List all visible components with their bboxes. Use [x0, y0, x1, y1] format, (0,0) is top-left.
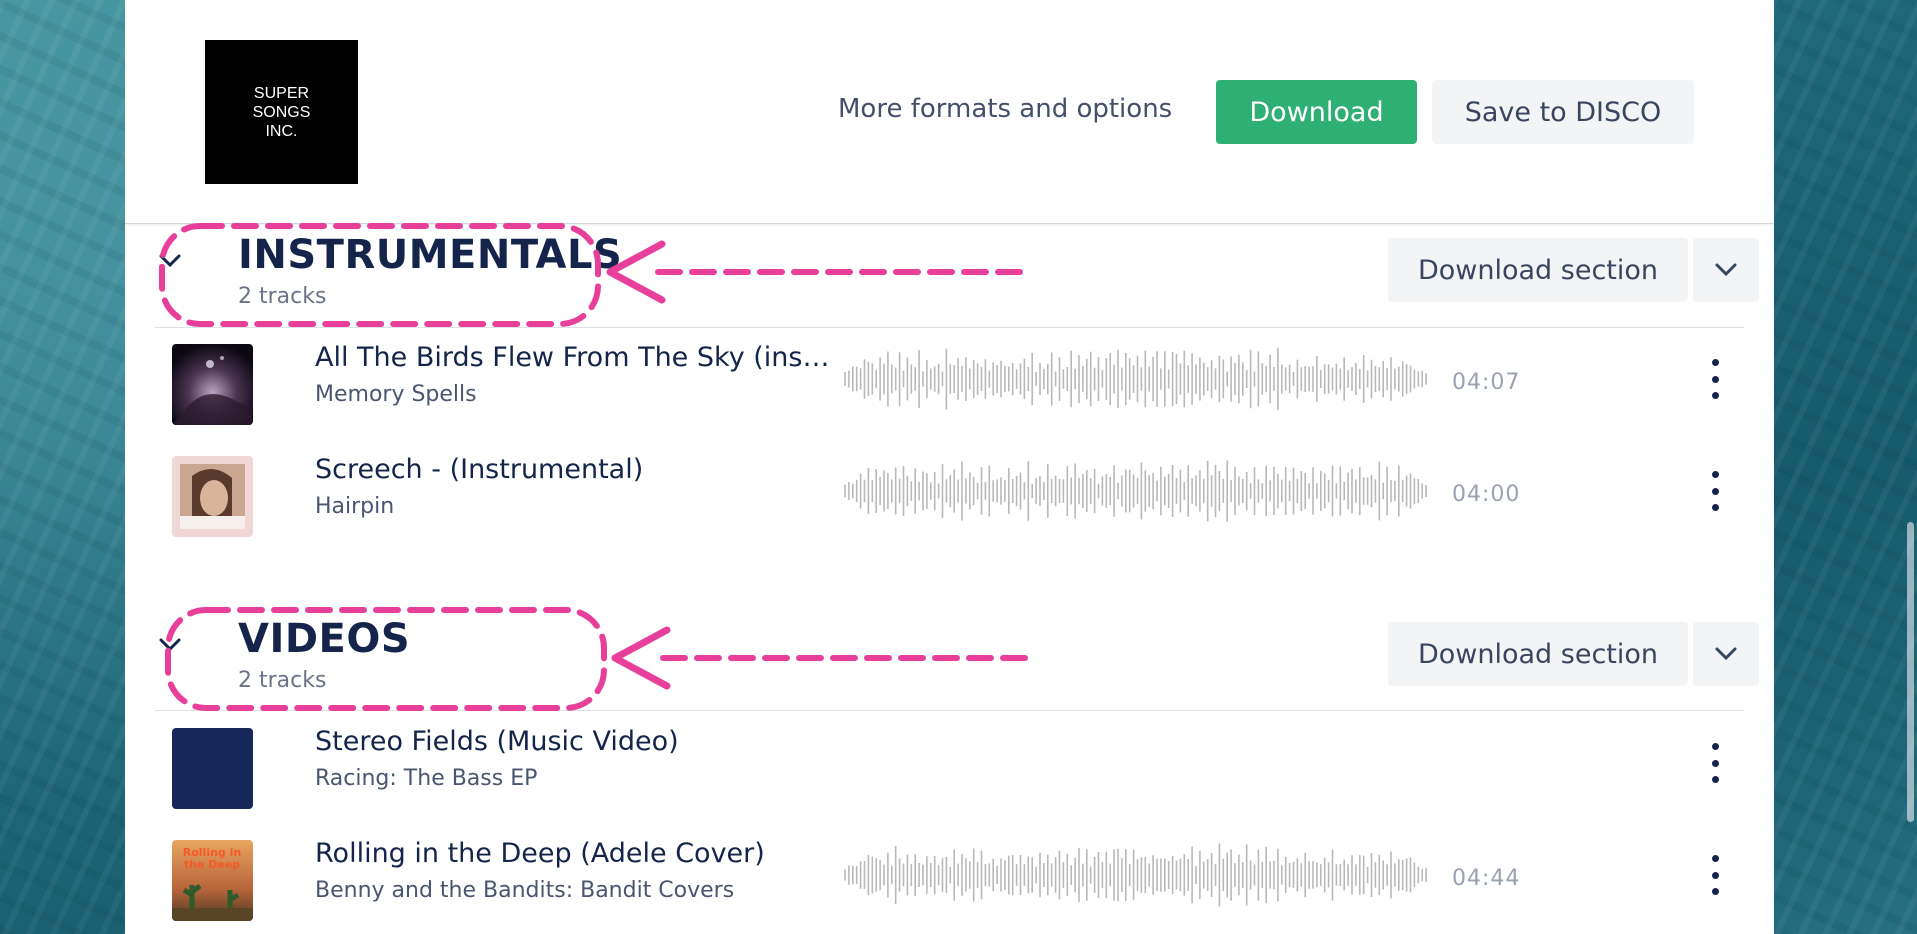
section-track-count: 2 tracks [238, 284, 327, 309]
track-row[interactable]: Rolling in the Deep Rolling in the Deep … [155, 828, 1744, 921]
download-section-button[interactable]: Download section [1388, 238, 1688, 302]
chevron-down-icon [1715, 647, 1737, 661]
chevron-down-icon[interactable] [155, 630, 185, 660]
playlist-panel: SUPER SONGS INC. More formats and option… [125, 0, 1774, 934]
section-divider [155, 710, 1744, 711]
track-artwork [172, 456, 253, 537]
section-header-videos: VIDEOS 2 tracks Download section [155, 616, 1759, 722]
track-title[interactable]: Rolling in the Deep (Adele Cover) [315, 838, 765, 869]
track-artwork: Rolling in the Deep [172, 840, 253, 921]
scrollbar-thumb[interactable] [1907, 522, 1914, 822]
section-options-button[interactable] [1693, 622, 1759, 686]
company-logo: SUPER SONGS INC. [205, 40, 358, 184]
download-button[interactable]: Download [1216, 80, 1417, 144]
chevron-down-icon [1715, 263, 1737, 277]
section-title: INSTRUMENTALS [238, 232, 623, 278]
more-vertical-icon[interactable] [1705, 855, 1725, 895]
playlist-header: SUPER SONGS INC. More formats and option… [125, 0, 1774, 224]
more-vertical-icon[interactable] [1705, 471, 1725, 511]
section-divider [155, 327, 1744, 328]
waveform[interactable] [843, 456, 1433, 526]
waveform[interactable] [843, 344, 1433, 414]
section-title: VIDEOS [238, 616, 411, 662]
track-duration: 04:07 [1452, 370, 1521, 395]
track-artwork [172, 728, 253, 809]
track-row[interactable]: All The Birds Flew From The Sky (instru.… [155, 332, 1744, 425]
more-vertical-icon[interactable] [1705, 743, 1725, 783]
svg-text:the Deep: the Deep [184, 858, 240, 871]
track-title[interactable]: Screech - (Instrumental) [315, 454, 643, 485]
track-title[interactable]: All The Birds Flew From The Sky (instru.… [315, 342, 835, 373]
more-formats-link[interactable]: More formats and options [838, 94, 1172, 124]
more-vertical-icon[interactable] [1705, 359, 1725, 399]
track-artist: Racing: The Bass EP [315, 766, 538, 791]
track-artist: Memory Spells [315, 382, 477, 407]
track-duration: 04:00 [1452, 482, 1521, 507]
track-duration: 04:44 [1452, 866, 1521, 891]
waveform[interactable] [843, 840, 1433, 910]
section-options-button[interactable] [1693, 238, 1759, 302]
track-artwork [172, 344, 253, 425]
logo-line: INC. [265, 122, 298, 140]
download-section-button[interactable]: Download section [1388, 622, 1688, 686]
track-artist: Hairpin [315, 494, 395, 519]
track-row[interactable]: Stereo Fields (Music Video) Racing: The … [155, 716, 1744, 809]
chevron-down-icon[interactable] [155, 246, 185, 276]
save-to-disco-button[interactable]: Save to DISCO [1432, 80, 1694, 144]
section-header-instrumentals: INSTRUMENTALS 2 tracks Download section [155, 232, 1759, 338]
section-track-count: 2 tracks [238, 668, 327, 693]
logo-line: SUPER [253, 84, 310, 102]
logo-line: SONGS [252, 103, 311, 121]
track-title[interactable]: Stereo Fields (Music Video) [315, 726, 679, 757]
track-row[interactable]: Screech - (Instrumental) Hairpin 04:00 [155, 444, 1744, 537]
track-artist: Benny and the Bandits: Bandit Covers [315, 878, 735, 903]
